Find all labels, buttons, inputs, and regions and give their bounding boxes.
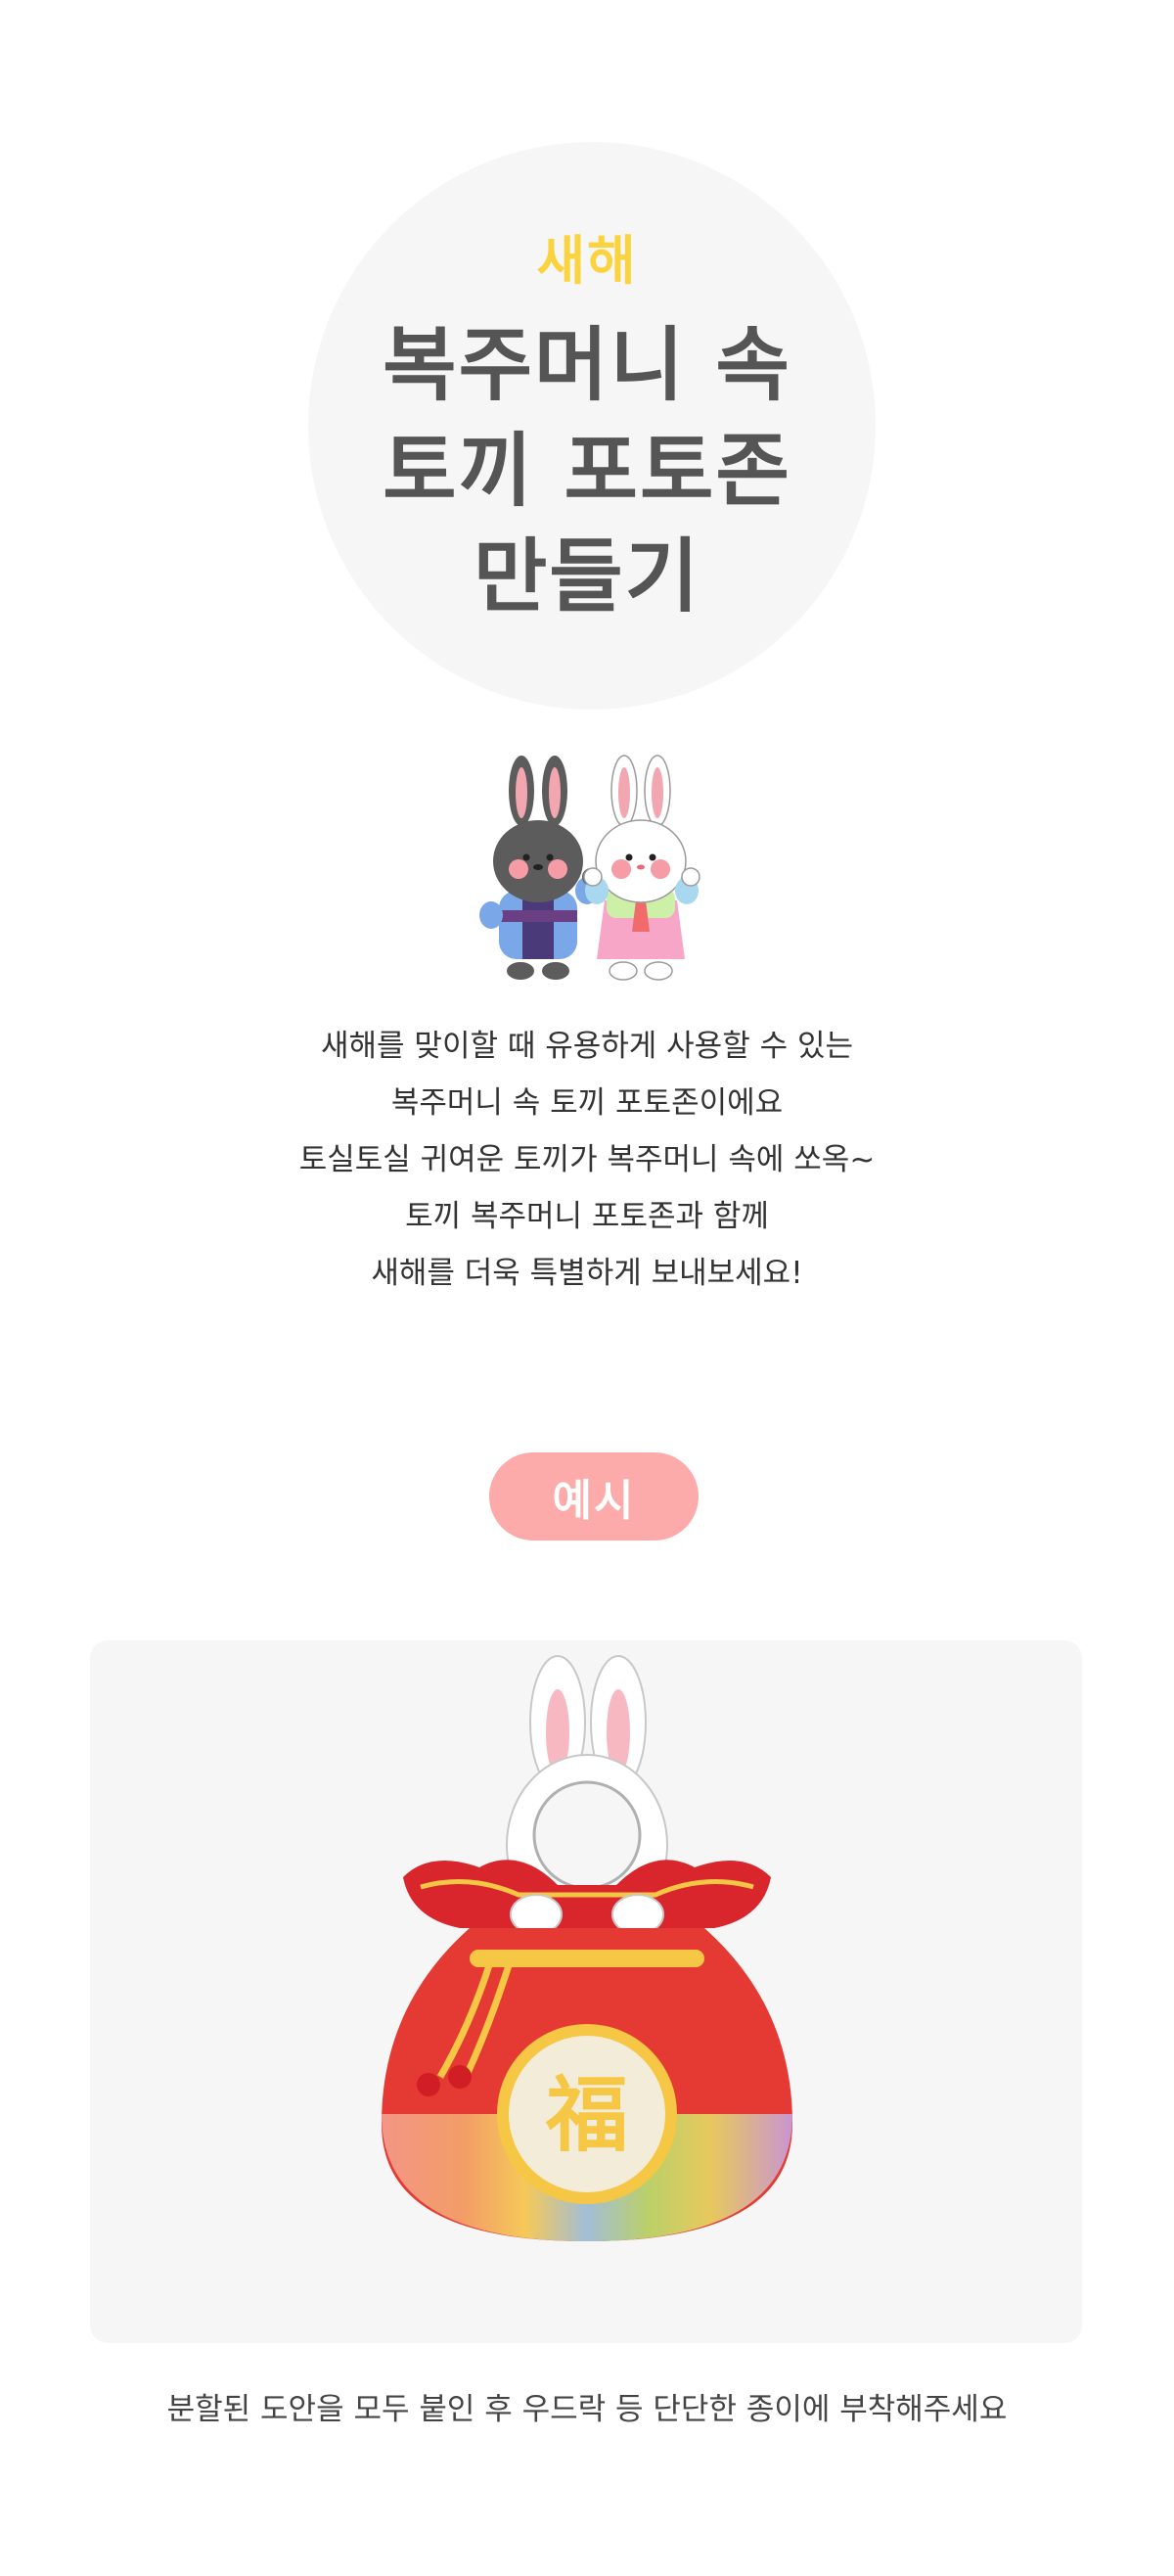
description-line: 토끼 복주머니 포토존과 함께 [405, 1199, 769, 1234]
description-line: 토실토실 귀여운 토끼가 복주머니 속에 쏘옥~ [298, 1142, 876, 1177]
gray-bunny [479, 756, 600, 980]
page-title: 복주머니 속 토끼 포토존 만들기 [0, 313, 1174, 630]
hero-subtitle: 새해 [536, 230, 638, 292]
description-line: 새해를 맞이할 때 유용하게 사용할 수 있는 [321, 1029, 853, 1064]
example-badge: 예시 [489, 1452, 699, 1541]
white-bunny [583, 755, 700, 981]
pouch-character: 福 [545, 2067, 628, 2163]
title-line-1: 복주머니 속 [383, 319, 791, 412]
description-line: 복주머니 속 토끼 포토존이에요 [390, 1085, 784, 1121]
lucky-pouch-photozone-illustration: 福 [382, 1655, 792, 2241]
bunny-couple-illustration [479, 755, 700, 981]
instruction-caption: 분할된 도안을 모두 붙인 후 우드락 등 단단한 종이에 부착해주세요 [166, 2392, 1008, 2427]
title-line-3: 만들기 [473, 530, 701, 623]
title-line-2: 토끼 포토존 [383, 425, 791, 518]
description-line: 새해를 더욱 특별하게 보내보세요! [371, 1256, 803, 1291]
description-text: 새해를 맞이할 때 유용하게 사용할 수 있는 복주머니 속 토끼 포토존이에요… [0, 1018, 1174, 1302]
